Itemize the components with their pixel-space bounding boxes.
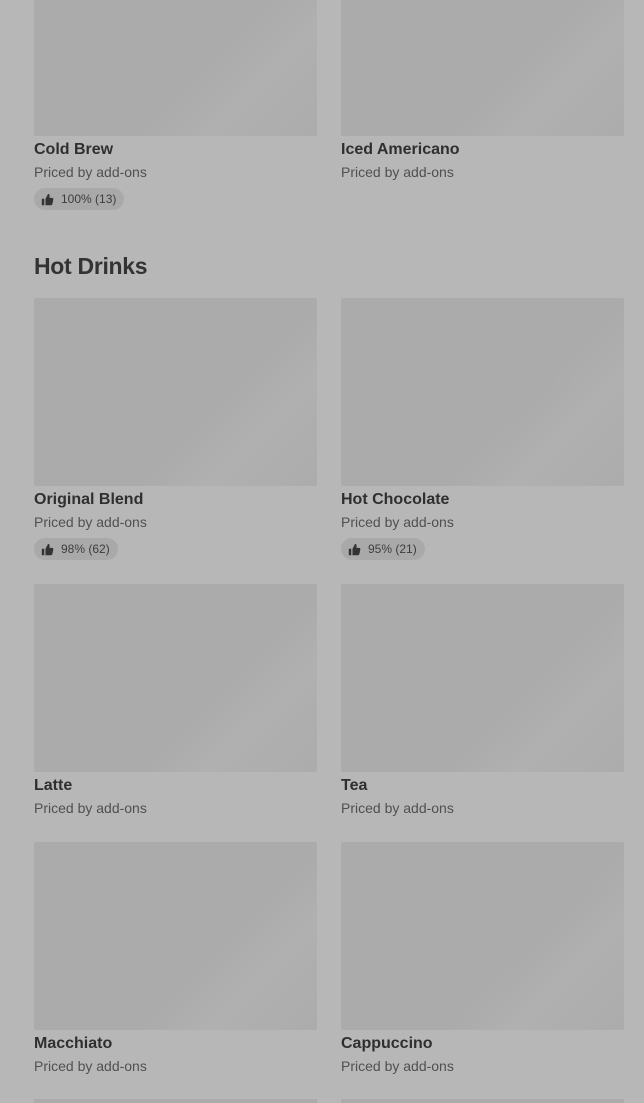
item-image-placeholder	[34, 0, 317, 136]
item-image-placeholder	[341, 584, 624, 772]
item-image-placeholder	[341, 842, 624, 1030]
menu-item-card[interactable]: Latte Priced by add-ons	[34, 584, 317, 816]
menu-item-card[interactable]: Tea Priced by add-ons	[341, 584, 624, 816]
item-price: Priced by add-ons	[34, 514, 147, 530]
item-image-placeholder[interactable]	[341, 1099, 624, 1103]
menu-item-card[interactable]: Cold Brew Priced by add-ons 100% (13)	[34, 0, 317, 211]
item-price: Priced by add-ons	[341, 800, 454, 816]
item-image-placeholder	[34, 584, 317, 772]
item-price: Priced by add-ons	[341, 1058, 454, 1074]
item-name: Macchiato	[34, 1035, 113, 1052]
section-title: Hot Drinks	[34, 253, 148, 279]
thumbs-up-icon	[41, 543, 54, 556]
rating-text: 100% (13)	[61, 192, 117, 206]
rating-badge: 98% (62)	[34, 538, 118, 560]
item-price: Priced by add-ons	[34, 800, 147, 816]
menu-item-card[interactable]: Macchiato Priced by add-ons	[34, 842, 317, 1074]
rating-badge: 95% (21)	[341, 538, 425, 560]
menu-item-card[interactable]: Original Blend Priced by add-ons 98% (62…	[34, 298, 317, 561]
item-price: Priced by add-ons	[341, 164, 454, 180]
item-image-placeholder[interactable]	[34, 1099, 317, 1103]
menu-item-card[interactable]: Hot Chocolate Priced by add-ons 95% (21)	[341, 298, 624, 561]
rating-text: 98% (62)	[61, 542, 110, 556]
item-image-placeholder	[34, 298, 317, 486]
item-price: Priced by add-ons	[34, 1058, 147, 1074]
menu-item-card[interactable]: Iced Americano Priced by add-ons	[341, 0, 624, 180]
item-name: Latte	[34, 777, 73, 794]
rating-badge: 100% (13)	[34, 188, 125, 210]
item-name: Original Blend	[34, 491, 144, 508]
item-image-placeholder	[341, 298, 624, 486]
item-image-placeholder	[34, 842, 317, 1030]
item-price: Priced by add-ons	[341, 514, 454, 530]
item-name: Iced Americano	[341, 141, 460, 158]
item-name: Tea	[341, 777, 368, 794]
item-price: Priced by add-ons	[34, 164, 147, 180]
menu-item-card[interactable]: Cappuccino Priced by add-ons	[341, 842, 624, 1074]
item-name: Cold Brew	[34, 141, 114, 158]
rating-text: 95% (21)	[368, 542, 417, 556]
item-name: Hot Chocolate	[341, 491, 450, 508]
item-image-placeholder	[341, 0, 624, 136]
item-name: Cappuccino	[341, 1035, 433, 1052]
thumbs-up-icon	[348, 543, 361, 556]
thumbs-up-icon	[41, 193, 54, 206]
